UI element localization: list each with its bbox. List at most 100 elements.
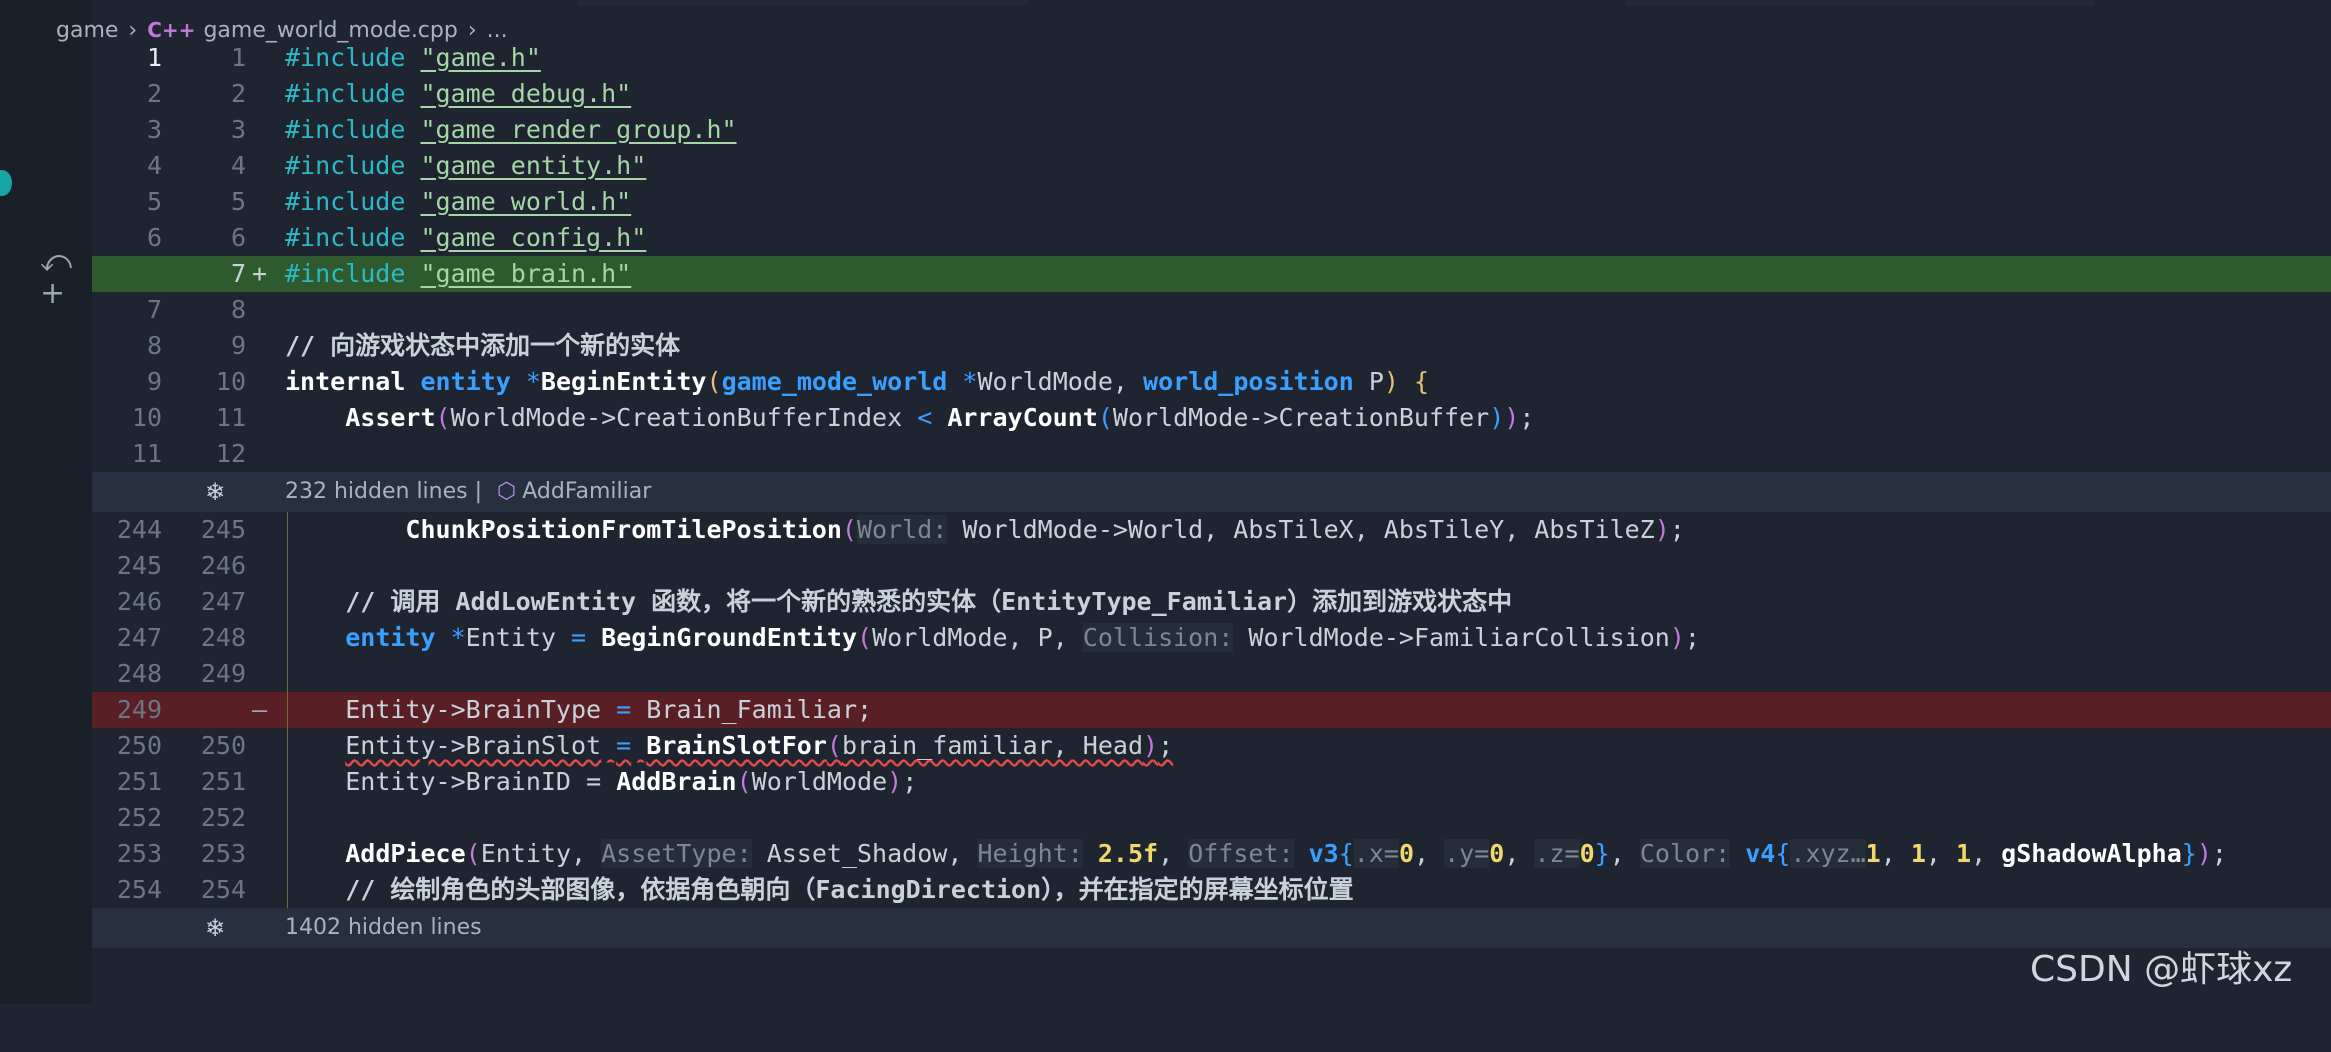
code-comment: // 调用 AddLowEntity 函数，将一个新的熟悉的实体（EntityT… [285, 584, 1512, 620]
breadcrumb-folder[interactable]: game [56, 18, 118, 43]
include-path-link[interactable]: "game_debug.h" [420, 79, 631, 108]
activity-bar [0, 0, 92, 1004]
function-name: AddPiece [345, 839, 466, 868]
code-line[interactable]: 250 250 Entity->BrainSlot = BrainSlotFor… [92, 728, 2331, 764]
line-number-new: 12 [215, 439, 246, 468]
expression: Entity->BrainType [345, 695, 602, 724]
number: 1 [1956, 839, 1972, 868]
code-line[interactable]: 1 1 #include "game.h" [92, 40, 2331, 76]
arguments: WorldMode->FamiliarCollision [1248, 623, 1670, 652]
code-line[interactable]: 254 254 // 绘制角色的头部图像，依据角色朝向（FacingDirect… [92, 872, 2331, 908]
line-number-old: 8 [146, 331, 162, 360]
code-comment: // 绘制角色的头部图像，依据角色朝向（FacingDirection），并在指… [285, 872, 1354, 908]
code-line[interactable]: 253 253 AddPiece(Entity, AssetType: Asse… [92, 836, 2331, 872]
source-control-badge-icon[interactable] [0, 170, 12, 196]
operator: * [450, 623, 466, 652]
stage-change-icon[interactable]: + [40, 278, 72, 310]
number: 0 [1579, 839, 1595, 868]
code-line[interactable]: 7 8 [92, 292, 2331, 328]
code-text: #include "game_world.h" [285, 184, 631, 220]
code-text: #include "game_debug.h" [285, 76, 631, 112]
code-text: AddPiece(Entity, AssetType: Asset_Shadow… [345, 839, 2227, 868]
tab-strip-segment [1625, 0, 2095, 6]
code-text: Entity->BrainSlot = BrainSlotFor(brain_f… [285, 728, 1173, 764]
code-line[interactable]: 248 249 [92, 656, 2331, 692]
include-path-link[interactable]: "game_world.h" [420, 187, 631, 216]
include-path-link[interactable]: "game.h" [420, 43, 540, 72]
breadcrumb-file[interactable]: game_world_mode.cpp [203, 18, 457, 43]
line-number-new: 252 [200, 803, 246, 832]
code-line[interactable]: 9 10 internal entity *BeginEntity(game_m… [92, 364, 2331, 400]
include-path-link[interactable]: "game_render_group.h" [420, 115, 736, 144]
line-number-old: 244 [116, 515, 162, 544]
code-line[interactable]: 11 12 [92, 436, 2331, 472]
hidden-lines-region[interactable]: ❄ 232 hidden lines | ⬡ AddFamiliar [92, 472, 2331, 512]
revert-change-icon[interactable]: ⤺ [40, 246, 72, 278]
include-directive: #include [285, 187, 406, 216]
semicolon: ; [1519, 403, 1535, 432]
code-line[interactable]: 2 2 #include "game_debug.h" [92, 76, 2331, 112]
diff-editor[interactable]: 1 1 #include "game.h" 2 2 #include "game… [92, 43, 2331, 1004]
line-number-old: 6 [146, 223, 162, 252]
inlay-hint: World: [856, 515, 948, 544]
code-text: Entity->BrainType = Brain_Familiar; [285, 692, 872, 728]
code-line[interactable]: 3 3 #include "game_render_group.h" [92, 112, 2331, 148]
include-directive: #include [285, 151, 406, 180]
include-path-link[interactable]: "game_brain.h" [420, 259, 631, 288]
function-name: BeginEntity [540, 367, 707, 396]
line-number-old: 5 [146, 187, 162, 216]
code-line[interactable]: 247 248 entity *Entity = BeginGroundEnti… [92, 620, 2331, 656]
type-name: world_position [1143, 367, 1354, 396]
line-number-old: 1 [146, 43, 162, 72]
code-line-removed[interactable]: 249 — Entity->BrainType = Brain_Familiar… [92, 692, 2331, 728]
code-line[interactable]: 8 9 // 向游戏状态中添加一个新的实体 [92, 328, 2331, 364]
code-line[interactable]: 4 4 #include "game_entity.h" [92, 148, 2331, 184]
hidden-lines-symbol[interactable]: AddFamiliar [522, 479, 651, 504]
error-squiggle[interactable]: Entity->BrainSlot = BrainSlotFor(brain_f… [345, 731, 1173, 760]
code-line[interactable]: 10 11 Assert(WorldMode->CreationBufferIn… [92, 400, 2331, 436]
code-line[interactable]: 6 6 #include "game_config.h" [92, 220, 2331, 256]
code-line[interactable]: 244 245 ChunkPositionFromTilePosition(Wo… [92, 512, 2331, 548]
expression: WorldMode->CreationBufferIndex [450, 403, 903, 432]
unfold-icon[interactable]: ❄ [205, 472, 225, 512]
line-number-new: 246 [200, 551, 246, 580]
chevron-right-icon: › [467, 17, 477, 43]
line-number-new: 7 [230, 259, 246, 288]
include-path-link[interactable]: "game_entity.h" [420, 151, 646, 180]
hidden-lines-label: 1402 hidden lines [285, 915, 482, 940]
code-comment: // 向游戏状态中添加一个新的实体 [285, 331, 681, 360]
inlay-hint: Color: [1639, 839, 1731, 868]
code-line[interactable]: 252 252 [92, 800, 2331, 836]
code-line-added[interactable]: 7 + #include "game_brain.h" [92, 256, 2331, 292]
param: WorldMode, [977, 367, 1128, 396]
code-text: #include "game_render_group.h" [285, 112, 737, 148]
inlay-hint: Height: [977, 839, 1083, 868]
comment-text: // 绘制角色的头部图像，依据角色朝向（FacingDirection），并在指… [345, 875, 1354, 904]
line-number-old: 247 [116, 623, 162, 652]
line-number-new: 247 [200, 587, 246, 616]
line-number-old: 250 [116, 731, 162, 760]
breadcrumb-more[interactable]: ... [487, 18, 508, 43]
include-directive: #include [285, 259, 406, 288]
code-line[interactable]: 251 251 Entity->BrainID = AddBrain(World… [92, 764, 2331, 800]
function-name: Assert [345, 403, 436, 432]
code-line[interactable]: 245 246 [92, 548, 2331, 584]
type-name: v3 [1308, 839, 1339, 868]
line-number-new: 4 [230, 151, 246, 180]
unfold-icon[interactable]: ❄ [205, 908, 225, 948]
type-name: game_mode_world [721, 367, 948, 396]
line-number-old: 248 [116, 659, 162, 688]
include-path-link[interactable]: "game_config.h" [420, 223, 646, 252]
comment-text: // 调用 AddLowEntity 函数，将一个新的熟悉的实体（EntityT… [345, 587, 1513, 616]
code-line[interactable]: 5 5 #include "game_world.h" [92, 184, 2331, 220]
type-name: v4 [1745, 839, 1776, 868]
include-directive: #include [285, 43, 406, 72]
operator: = [571, 623, 587, 652]
variable: Entity [465, 623, 556, 652]
operator: = [616, 695, 632, 724]
hidden-lines-region[interactable]: ❄ 1402 hidden lines [92, 908, 2331, 948]
expression: Entity->BrainID [345, 767, 571, 796]
hidden-lines-label: 232 hidden lines | ⬡ AddFamiliar [285, 479, 652, 504]
code-line[interactable]: 246 247 // 调用 AddLowEntity 函数，将一个新的熟悉的实体… [92, 584, 2331, 620]
function-name: BrainSlotFor [646, 731, 827, 760]
